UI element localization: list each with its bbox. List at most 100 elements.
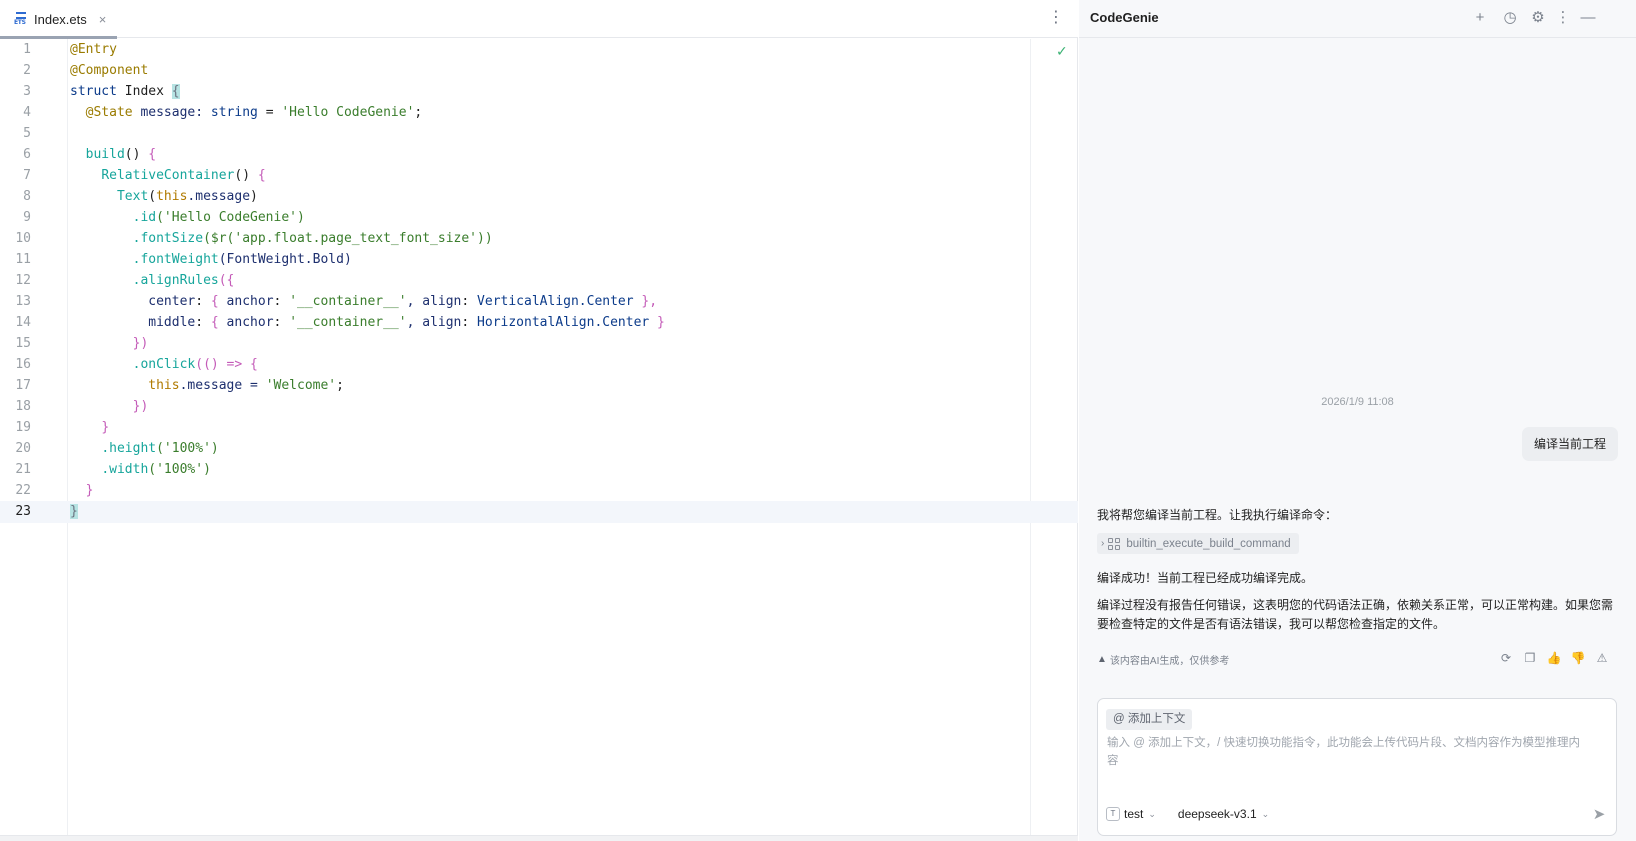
ai-result-text: 编译成功！当前工程已经成功编译完成。 bbox=[1097, 571, 1314, 585]
model-name: deepseek-v3.1 bbox=[1177, 807, 1257, 821]
line-number: 12 bbox=[15, 273, 31, 288]
code-line[interactable]: 12 .alignRules({ bbox=[0, 270, 1078, 292]
input-placeholder-line-1: 输入 @ 添加上下文，/ 快速切换功能指令，此功能会上传代码片段、文档内容作为模… bbox=[1107, 737, 1580, 749]
chevron-down-icon: ⌄ bbox=[1148, 808, 1156, 819]
code-line[interactable]: 3 struct Index { bbox=[0, 81, 1078, 103]
line-number: 21 bbox=[15, 462, 31, 477]
code-line[interactable]: 6 build() { bbox=[0, 144, 1078, 166]
code-text: .alignRules({ bbox=[132, 273, 235, 288]
more-vertical-icon[interactable]: ⋮ bbox=[1048, 8, 1064, 28]
code-line[interactable]: 16 .onClick(() => { bbox=[0, 354, 1078, 376]
code-line[interactable]: 7 RelativeContainer() { bbox=[0, 165, 1078, 187]
line-number: 2 bbox=[23, 63, 31, 78]
code-text: .fontWeight(FontWeight.Bold) bbox=[132, 252, 352, 267]
report-icon[interactable]: ⚠ bbox=[1594, 650, 1610, 666]
model-selector[interactable]: deepseek-v3.1 ⌄ bbox=[1178, 807, 1269, 821]
copy-icon[interactable]: ❐ bbox=[1522, 650, 1538, 666]
tool-call-chip[interactable]: › builtin_execute_build_command bbox=[1097, 533, 1299, 554]
more-vertical-icon[interactable]: ⋮ bbox=[1554, 9, 1572, 27]
code-text: .height('100%') bbox=[101, 441, 219, 456]
code-text: @State message: string = 'Hello CodeGeni… bbox=[85, 105, 423, 120]
agent-badge-icon: T bbox=[1106, 807, 1120, 821]
panel-title: CodeGenie bbox=[1090, 10, 1159, 25]
warning-icon: ▲ bbox=[1097, 654, 1107, 665]
code-line[interactable]: 5 bbox=[0, 123, 1078, 145]
line-number: 7 bbox=[23, 168, 31, 183]
ai-detail-line-2: 要检查特定的文件是否有语法错误，我可以帮您检查指定的文件。 bbox=[1097, 617, 1446, 631]
history-icon[interactable]: ◷ bbox=[1501, 9, 1519, 27]
code-text: @Component bbox=[70, 63, 149, 78]
line-number: 5 bbox=[23, 126, 31, 141]
code-line[interactable]: 10 .fontSize($r('app.float.page_text_fon… bbox=[0, 228, 1078, 250]
grid-icon bbox=[1108, 537, 1121, 550]
code-line[interactable]: 23} bbox=[0, 501, 1078, 523]
message-timestamp: 2026/1/9 11:08 bbox=[1321, 396, 1394, 408]
line-number: 4 bbox=[23, 105, 31, 120]
close-icon[interactable]: × bbox=[99, 12, 107, 27]
line-number: 17 bbox=[15, 378, 31, 393]
line-number: 3 bbox=[23, 84, 31, 99]
chat-composer: @ 添加上下文 输入 @ 添加上下文，/ 快速切换功能指令，此功能会上传代码片段… bbox=[1097, 698, 1617, 836]
code-text: @Entry bbox=[70, 42, 117, 57]
ai-detail-line-1: 编译过程没有报告任何错误，这表明您的代码语法正确，依赖关系正常，可以正常构建。如… bbox=[1097, 598, 1614, 612]
line-number: 16 bbox=[15, 357, 31, 372]
line-number: 9 bbox=[23, 210, 31, 225]
line-number: 20 bbox=[15, 441, 31, 456]
line-number: 1 bbox=[23, 42, 31, 57]
code-line[interactable]: 19 } bbox=[0, 417, 1078, 439]
ets-file-icon: ETS bbox=[14, 12, 28, 26]
ai-disclaimer: ▲ 该内容由AI生成，仅供参考 bbox=[1097, 652, 1229, 667]
line-number: 8 bbox=[23, 189, 31, 204]
code-line[interactable]: 9 .id('Hello CodeGenie') bbox=[0, 207, 1078, 229]
input-placeholder-line-2: 容 bbox=[1107, 755, 1119, 767]
code-text: struct Index { bbox=[70, 84, 180, 99]
code-text: .width('100%') bbox=[101, 462, 211, 477]
code-line[interactable]: 15 }) bbox=[0, 333, 1078, 355]
code-text: }) bbox=[132, 336, 149, 351]
horizontal-scrollbar[interactable] bbox=[0, 835, 1078, 841]
code-line[interactable]: 8 Text(this.message) bbox=[0, 186, 1078, 208]
code-line[interactable]: 20 .height('100%') bbox=[0, 438, 1078, 460]
line-number: 23 bbox=[15, 504, 31, 519]
code-line[interactable]: 1 @Entry bbox=[0, 39, 1078, 61]
code-text: } bbox=[85, 483, 94, 498]
code-text: .fontSize($r('app.float.page_text_font_s… bbox=[132, 231, 493, 246]
agent-name: test bbox=[1124, 807, 1144, 821]
add-context-button[interactable]: @ 添加上下文 bbox=[1106, 709, 1193, 730]
line-number: 15 bbox=[15, 336, 31, 351]
code-line[interactable]: 4 @State message: string = 'Hello CodeGe… bbox=[0, 102, 1078, 124]
code-line[interactable]: 2 @Component bbox=[0, 60, 1078, 82]
code-line[interactable]: 14 middle: { anchor: '__container__', al… bbox=[0, 312, 1078, 334]
code-line[interactable]: 18 }) bbox=[0, 396, 1078, 418]
regenerate-icon[interactable]: ⟳ bbox=[1498, 650, 1514, 666]
plus-icon[interactable]: + bbox=[1471, 9, 1489, 27]
code-line[interactable]: 21 .width('100%') bbox=[0, 459, 1078, 481]
minimize-icon[interactable]: — bbox=[1579, 9, 1597, 27]
code-text: RelativeContainer() { bbox=[101, 168, 266, 183]
gear-icon[interactable]: ⚙ bbox=[1529, 9, 1547, 27]
ai-intro-text: 我将帮您编译当前工程。让我执行编译命令： bbox=[1097, 508, 1338, 522]
code-text: middle: { anchor: '__container__', align… bbox=[148, 315, 665, 330]
send-icon[interactable]: ➤ bbox=[1590, 806, 1608, 824]
line-number: 13 bbox=[15, 294, 31, 309]
codegenie-panel: CodeGenie + ◷ ⚙ ⋮ — 2026/1/9 11:08 编译当前工… bbox=[1079, 0, 1636, 841]
tool-call-name: builtin_execute_build_command bbox=[1126, 537, 1291, 550]
code-line[interactable]: 11 .fontWeight(FontWeight.Bold) bbox=[0, 249, 1078, 271]
code-text: Text(this.message) bbox=[116, 189, 258, 204]
code-line[interactable]: 13 center: { anchor: '__container__', al… bbox=[0, 291, 1078, 313]
agent-selector[interactable]: T test ⌄ bbox=[1106, 807, 1156, 821]
chevron-down-icon: ⌄ bbox=[1261, 808, 1270, 819]
composer-toolbar: T test ⌄ deepseek-v3.1 ⌄ bbox=[1106, 807, 1269, 821]
code-line[interactable]: 17 this.message = 'Welcome'; bbox=[0, 375, 1078, 397]
tab-index-ets[interactable]: ETS Index.ets × bbox=[0, 0, 117, 39]
thumbs-down-icon[interactable]: 👎 bbox=[1570, 650, 1586, 666]
chat-input[interactable]: 输入 @ 添加上下文，/ 快速切换功能指令，此功能会上传代码片段、文档内容作为模… bbox=[1107, 734, 1607, 770]
code-editor: ETS Index.ets × ⋮ ✓ 1 @Entry 2 @Component 3 s… bbox=[0, 0, 1078, 841]
code-area[interactable]: ✓ 1 @Entry 2 @Component 3 struct Index {4 @St… bbox=[0, 39, 1078, 835]
line-number: 10 bbox=[15, 231, 31, 246]
code-text: }) bbox=[132, 399, 149, 414]
thumbs-up-icon[interactable]: 👍 bbox=[1546, 650, 1562, 666]
code-text: .id('Hello CodeGenie') bbox=[132, 210, 305, 225]
code-line[interactable]: 22 } bbox=[0, 480, 1078, 502]
line-number: 6 bbox=[23, 147, 31, 162]
